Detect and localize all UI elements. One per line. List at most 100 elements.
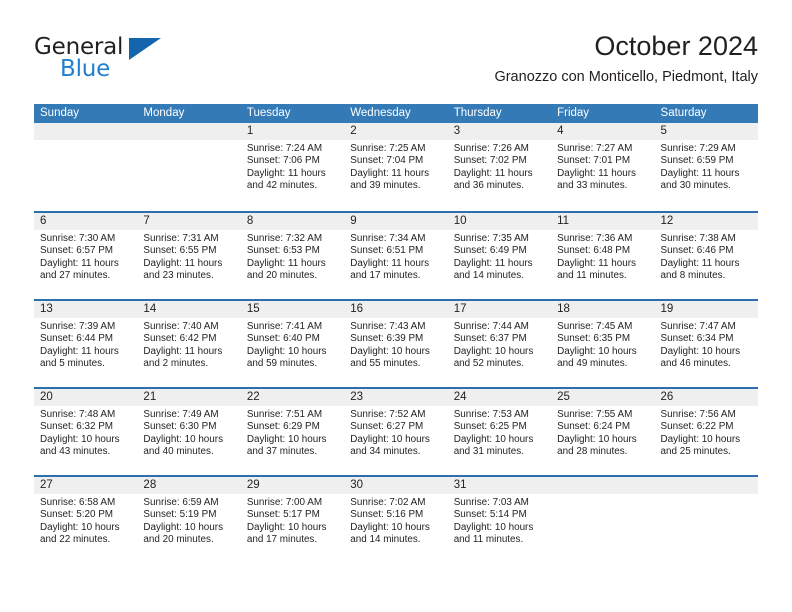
day-cell[interactable]: 18 Sunrise: 7:45 AM Sunset: 6:35 PM Dayligh… — [551, 301, 655, 387]
day-cell[interactable]: 1 Sunrise: 7:24 AM Sunset: 7:06 PM Daylight… — [240, 123, 345, 211]
day-detail-line: Sunset: 6:29 PM — [246, 421, 320, 433]
day-cell[interactable]: 5 Sunrise: 7:29 AM Sunset: 6:59 PM Daylight… — [654, 123, 758, 211]
day-number: 26 — [654, 389, 758, 406]
day-cell[interactable]: 10 Sunrise: 7:35 AM Sunset: 6:49 PM Dayligh… — [447, 213, 552, 299]
day-cell[interactable]: 19 Sunrise: 7:47 AM Sunset: 6:34 PM Dayligh… — [654, 301, 758, 387]
day-cell[interactable]: 8 Sunrise: 7:32 AM Sunset: 6:53 PM Daylight… — [240, 213, 345, 299]
day-cell-empty — [137, 123, 241, 211]
day-number: 9 — [344, 213, 448, 230]
day-cell[interactable]: 11 Sunrise: 7:36 AM Sunset: 6:48 PM Dayligh… — [551, 213, 655, 299]
day-detail-line: Sunset: 6:42 PM — [143, 333, 217, 345]
day-details — [551, 494, 654, 497]
day-detail-line: Sunrise: 7:55 AM — [557, 409, 633, 420]
day-detail-line: Sunrise: 7:25 AM — [350, 143, 426, 154]
day-details: Sunrise: 7:30 AM Sunset: 6:57 PM Daylight:… — [34, 230, 137, 282]
day-cell[interactable]: 12 Sunrise: 7:38 AM Sunset: 6:46 PM Dayligh… — [654, 213, 758, 299]
day-detail-line: Sunset: 5:17 PM — [246, 509, 320, 521]
day-detail-line: Sunset: 6:22 PM — [660, 421, 734, 433]
day-details: Sunrise: 7:25 AM Sunset: 7:04 PM Daylight:… — [344, 140, 447, 192]
day-number: 11 — [551, 213, 655, 230]
day-cell[interactable]: 16 Sunrise: 7:43 AM Sunset: 6:39 PM Dayligh… — [344, 301, 448, 387]
day-number: 18 — [551, 301, 655, 318]
day-detail-line: Sunrise: 7:49 AM — [143, 409, 219, 420]
day-cell[interactable]: 17 Sunrise: 7:44 AM Sunset: 6:37 PM Dayligh… — [447, 301, 552, 387]
day-details: Sunrise: 7:36 AM Sunset: 6:48 PM Daylight:… — [551, 230, 654, 282]
day-details: Sunrise: 7:39 AM Sunset: 6:44 PM Daylight:… — [34, 318, 137, 370]
day-detail-line: Sunset: 6:49 PM — [453, 245, 527, 257]
day-cell[interactable]: 3 Sunrise: 7:26 AM Sunset: 7:02 PM Daylight… — [447, 123, 552, 211]
weekday-header-wednesday: Wednesday — [350, 107, 411, 119]
brand-logo[interactable]: General Blue — [34, 30, 234, 90]
day-detail-line: Daylight: 11 hours — [660, 167, 740, 179]
day-number: 22 — [240, 389, 345, 406]
day-cell[interactable]: 14 Sunrise: 7:40 AM Sunset: 6:42 PM Dayligh… — [137, 301, 241, 387]
day-cell[interactable]: 9 Sunrise: 7:34 AM Sunset: 6:51 PM Daylight… — [344, 213, 448, 299]
day-detail-line: and 42 minutes. — [246, 179, 318, 191]
day-detail-line: Daylight: 10 hours — [453, 521, 534, 533]
day-cell[interactable]: 27 Sunrise: 6:58 AM Sunset: 5:20 PM Dayligh… — [34, 477, 138, 563]
day-detail-line: Daylight: 10 hours — [350, 345, 430, 357]
day-detail-line: Daylight: 10 hours — [350, 433, 430, 445]
day-cell[interactable]: 31 Sunrise: 7:03 AM Sunset: 5:14 PM Dayligh… — [447, 477, 552, 563]
day-detail-line: Sunset: 6:59 PM — [660, 155, 734, 167]
day-cell[interactable]: 21 Sunrise: 7:49 AM Sunset: 6:30 PM Dayligh… — [137, 389, 241, 475]
day-detail-line: Sunrise: 7:51 AM — [246, 409, 323, 420]
day-detail-line: Daylight: 10 hours — [246, 345, 327, 357]
day-number: 8 — [240, 213, 345, 230]
day-detail-line: Sunrise: 6:58 AM — [40, 497, 116, 508]
day-cell[interactable]: 2 Sunrise: 7:25 AM Sunset: 7:04 PM Daylight… — [344, 123, 448, 211]
day-number: 16 — [344, 301, 448, 318]
day-detail-line: Daylight: 10 hours — [557, 345, 637, 357]
day-detail-line: Sunrise: 7:40 AM — [143, 321, 219, 332]
day-cell[interactable]: 7 Sunrise: 7:31 AM Sunset: 6:55 PM Daylight… — [137, 213, 241, 299]
day-detail-line: and 23 minutes. — [143, 269, 214, 281]
day-detail-line: Sunrise: 7:31 AM — [143, 233, 219, 244]
day-number: 25 — [551, 389, 655, 406]
day-detail-line: Sunrise: 7:24 AM — [246, 143, 323, 154]
page-title: October 2024 — [594, 31, 758, 61]
day-number: 13 — [34, 301, 138, 318]
triangle-icon — [129, 38, 161, 60]
day-cell[interactable]: 28 Sunrise: 6:59 AM Sunset: 5:19 PM Dayligh… — [137, 477, 241, 563]
day-number: 12 — [654, 213, 758, 230]
day-cell[interactable]: 30 Sunrise: 7:02 AM Sunset: 5:16 PM Dayligh… — [344, 477, 448, 563]
day-detail-line: Sunrise: 7:52 AM — [350, 409, 426, 420]
day-detail-line: Sunset: 7:01 PM — [557, 155, 631, 167]
day-detail-line: and 14 minutes. — [350, 533, 421, 545]
day-details — [34, 140, 137, 143]
day-cell[interactable]: 4 Sunrise: 7:27 AM Sunset: 7:01 PM Daylight… — [551, 123, 655, 211]
day-cell[interactable]: 25 Sunrise: 7:55 AM Sunset: 6:24 PM Dayligh… — [551, 389, 655, 475]
day-detail-line: Sunrise: 7:56 AM — [660, 409, 736, 420]
day-cell[interactable]: 20 Sunrise: 7:48 AM Sunset: 6:32 PM Dayligh… — [34, 389, 138, 475]
day-detail-line: Sunrise: 7:38 AM — [660, 233, 736, 244]
day-detail-line: Daylight: 10 hours — [350, 521, 430, 533]
day-cell[interactable]: 15 Sunrise: 7:41 AM Sunset: 6:40 PM Dayligh… — [240, 301, 345, 387]
day-cell[interactable]: 29 Sunrise: 7:00 AM Sunset: 5:17 PM Dayligh… — [240, 477, 345, 563]
week-row: 6 Sunrise: 7:30 AM Sunset: 6:57 PM Daylight… — [34, 211, 758, 299]
title-block: October 2024 Granozzo con Monticello, Pi… — [494, 30, 758, 86]
day-number: 24 — [447, 389, 552, 406]
day-number: 29 — [240, 477, 345, 494]
day-cell[interactable]: 23 Sunrise: 7:52 AM Sunset: 6:27 PM Dayligh… — [344, 389, 448, 475]
day-detail-line: Daylight: 10 hours — [660, 345, 741, 357]
day-detail-line: Sunrise: 6:59 AM — [143, 497, 219, 508]
day-detail-line: Daylight: 11 hours — [40, 345, 119, 357]
day-details: Sunrise: 7:47 AM Sunset: 6:34 PM Daylight:… — [655, 318, 758, 370]
day-detail-line: and 55 minutes. — [350, 357, 421, 369]
day-detail-line: and 14 minutes. — [453, 269, 524, 281]
day-detail-line: Sunset: 5:19 PM — [143, 509, 217, 521]
day-detail-line: Sunset: 6:46 PM — [660, 245, 734, 257]
day-detail-line: and 30 minutes. — [660, 179, 731, 191]
day-cell[interactable]: 22 Sunrise: 7:51 AM Sunset: 6:29 PM Dayligh… — [240, 389, 345, 475]
day-cell[interactable]: 26 Sunrise: 7:56 AM Sunset: 6:22 PM Dayligh… — [654, 389, 758, 475]
day-cell[interactable]: 13 Sunrise: 7:39 AM Sunset: 6:44 PM Dayligh… — [34, 301, 138, 387]
day-number: 6 — [34, 213, 138, 230]
day-detail-line: Sunrise: 7:47 AM — [660, 321, 736, 332]
day-number: 17 — [447, 301, 552, 318]
day-cell[interactable]: 6 Sunrise: 7:30 AM Sunset: 6:57 PM Daylight… — [34, 213, 138, 299]
day-detail-line: Sunrise: 7:26 AM — [453, 143, 529, 154]
day-cell[interactable]: 24 Sunrise: 7:53 AM Sunset: 6:25 PM Dayligh… — [447, 389, 552, 475]
day-detail-line: Sunset: 6:48 PM — [557, 245, 631, 257]
weekday-header-sunday: Sunday — [40, 107, 80, 119]
day-detail-line: Sunrise: 7:29 AM — [660, 143, 736, 154]
